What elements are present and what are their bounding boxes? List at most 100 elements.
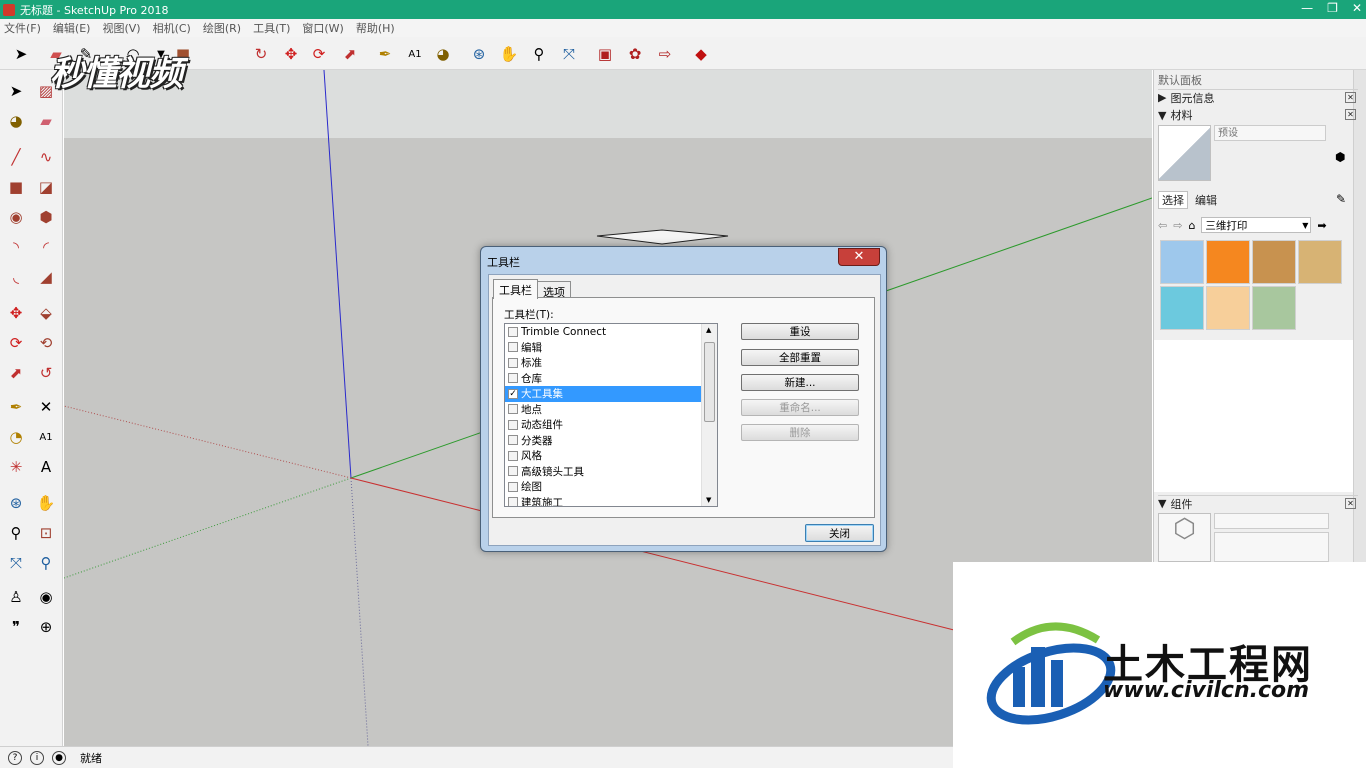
rotate-icon[interactable]: ⟳ bbox=[5, 332, 27, 354]
checkbox[interactable] bbox=[508, 373, 518, 384]
checkbox[interactable] bbox=[508, 326, 518, 337]
pan-icon[interactable]: ✋ bbox=[35, 492, 57, 514]
list-item[interactable]: 仓库 bbox=[505, 371, 702, 387]
menu-draw[interactable]: 绘图(R) bbox=[203, 20, 241, 36]
protractor-icon[interactable]: ◔ bbox=[5, 426, 27, 448]
toolbars-list[interactable]: Trimble Connect 编辑 标准 仓库 ✓ 大工具集 地点 动态组件 分… bbox=[504, 323, 718, 507]
checkbox[interactable] bbox=[508, 342, 518, 353]
pan-tool-icon[interactable]: ✋ bbox=[498, 43, 520, 65]
list-item[interactable]: 建筑施工 bbox=[505, 495, 702, 506]
scale-tool-icon[interactable]: ⬈ bbox=[339, 43, 361, 65]
polygon-icon[interactable]: ⬢ bbox=[35, 206, 57, 228]
axes-icon[interactable]: ✳ bbox=[5, 456, 27, 478]
new-button[interactable]: 新建... bbox=[741, 374, 859, 391]
menu-camera[interactable]: 相机(C) bbox=[153, 20, 191, 36]
rotate-tool-icon[interactable]: ⟳ bbox=[308, 43, 330, 65]
ruby-icon[interactable]: ◆ bbox=[690, 43, 712, 65]
material-swatch-5[interactable] bbox=[1206, 286, 1250, 330]
checkbox[interactable] bbox=[508, 404, 518, 415]
list-item[interactable]: 分类器 bbox=[505, 433, 702, 449]
material-swatch-2[interactable] bbox=[1252, 240, 1296, 284]
back-icon[interactable]: ⇦ bbox=[1158, 219, 1167, 232]
eraser-icon[interactable]: ▰ bbox=[35, 110, 57, 132]
library-select[interactable]: 三维打印 ▼ bbox=[1201, 217, 1312, 233]
two-point-arc-icon[interactable]: ◜ bbox=[35, 236, 57, 258]
walk-icon[interactable]: ❞ bbox=[5, 616, 27, 638]
geolocation-icon[interactable]: ? bbox=[8, 750, 22, 765]
maximize-icon[interactable]: ❐ bbox=[1327, 1, 1338, 15]
user-icon[interactable]: ● bbox=[52, 750, 66, 765]
components-header[interactable]: ▼ 组件 ✕ bbox=[1158, 495, 1358, 511]
minimize-icon[interactable]: — bbox=[1301, 1, 1313, 15]
text-tool-icon[interactable]: A1 bbox=[404, 43, 426, 65]
reset-all-button[interactable]: 全部重置 bbox=[741, 349, 859, 366]
material-swatch-0[interactable] bbox=[1160, 240, 1204, 284]
tab-select[interactable]: 选择 bbox=[1158, 191, 1188, 209]
list-item[interactable]: 高级镜头工具 bbox=[505, 464, 702, 480]
list-scrollbar[interactable]: ▲ ▼ bbox=[701, 324, 717, 506]
scroll-up-icon[interactable]: ▲ bbox=[706, 326, 711, 334]
section-plane-icon[interactable]: ⊕ bbox=[35, 616, 57, 638]
checkbox-checked[interactable]: ✓ bbox=[508, 388, 518, 399]
offset-icon[interactable]: ↺ bbox=[35, 362, 57, 384]
material-swatch-6[interactable] bbox=[1252, 286, 1296, 330]
list-item[interactable]: 绘图 bbox=[505, 479, 702, 495]
component-description-field[interactable] bbox=[1214, 532, 1329, 562]
menu-window[interactable]: 窗口(W) bbox=[302, 20, 343, 36]
eyedropper-icon[interactable]: ✎ bbox=[1336, 192, 1346, 206]
menu-tools[interactable]: 工具(T) bbox=[253, 20, 290, 36]
look-around-icon[interactable]: ◉ bbox=[35, 586, 57, 608]
material-swatch-1[interactable] bbox=[1206, 240, 1250, 284]
tab-edit[interactable]: 编辑 bbox=[1192, 192, 1220, 208]
forward-icon[interactable]: ⇨ bbox=[1173, 219, 1182, 232]
checkbox[interactable] bbox=[508, 435, 518, 446]
material-swatch-3[interactable] bbox=[1298, 240, 1342, 284]
move-icon[interactable]: ✥ bbox=[5, 302, 27, 324]
menu-file[interactable]: 文件(F) bbox=[4, 20, 41, 36]
zoom-window-icon[interactable]: ⊡ bbox=[35, 522, 57, 544]
menu-edit[interactable]: 编辑(E) bbox=[53, 20, 91, 36]
close-button[interactable]: 关闭 bbox=[805, 524, 874, 542]
rename-button[interactable]: 重命名... bbox=[741, 399, 859, 416]
checkbox[interactable] bbox=[508, 357, 518, 368]
circle-icon[interactable]: ◉ bbox=[5, 206, 27, 228]
dialog-close-icon[interactable]: ✕ bbox=[838, 248, 880, 266]
menu-view[interactable]: 视图(V) bbox=[102, 20, 140, 36]
3d-text-icon[interactable]: A bbox=[35, 456, 57, 478]
checkbox[interactable] bbox=[508, 419, 518, 430]
checkbox[interactable] bbox=[508, 481, 518, 492]
menu-help[interactable]: 帮助(H) bbox=[356, 20, 395, 36]
list-item-selected[interactable]: ✓ 大工具集 bbox=[505, 386, 702, 402]
scale-icon[interactable]: ⬈ bbox=[5, 362, 27, 384]
select-tool-icon[interactable]: ➤ bbox=[10, 43, 32, 65]
materials-header[interactable]: ▼ 材料 ✕ bbox=[1158, 107, 1358, 123]
text-icon[interactable]: A1 bbox=[35, 426, 57, 448]
scroll-thumb[interactable] bbox=[704, 342, 715, 422]
send-to-layout-icon[interactable]: ⇨ bbox=[654, 43, 676, 65]
orbit-tool-icon[interactable]: ⊛ bbox=[468, 43, 490, 65]
three-point-arc-icon[interactable]: ◟ bbox=[5, 266, 27, 288]
material-name-input[interactable] bbox=[1214, 125, 1326, 141]
tape-measure-tool-icon[interactable]: ✒ bbox=[5, 396, 27, 418]
freehand-icon[interactable]: ∿ bbox=[35, 146, 57, 168]
home-icon[interactable]: ⌂ bbox=[1188, 219, 1195, 232]
arc-icon[interactable]: ◝ bbox=[5, 236, 27, 258]
list-item[interactable]: 标准 bbox=[505, 355, 702, 371]
zoom-extents-icon[interactable]: ⤧ bbox=[558, 43, 580, 65]
previous-view-icon[interactable]: ⚲ bbox=[35, 552, 57, 574]
pie-icon[interactable]: ◢ bbox=[35, 266, 57, 288]
info-icon[interactable]: i bbox=[30, 750, 44, 765]
component-name-field[interactable] bbox=[1214, 513, 1329, 529]
rotated-rectangle-icon[interactable]: ◪ bbox=[35, 176, 57, 198]
list-item[interactable]: Trimble Connect bbox=[505, 324, 702, 340]
panel-close-icon[interactable]: ✕ bbox=[1345, 498, 1356, 509]
warehouse-icon[interactable]: ▣ bbox=[594, 43, 616, 65]
reset-button[interactable]: 重设 bbox=[741, 323, 859, 340]
entity-info-header[interactable]: ▶ 图元信息 ✕ bbox=[1158, 89, 1358, 105]
delete-button[interactable]: 删除 bbox=[741, 424, 859, 441]
zoom-extents-tool-icon[interactable]: ⤧ bbox=[5, 552, 27, 574]
paint-icon[interactable]: ◕ bbox=[5, 110, 27, 132]
position-camera-icon[interactable]: ♙ bbox=[5, 586, 27, 608]
panel-close-icon[interactable]: ✕ bbox=[1345, 92, 1356, 103]
list-item[interactable]: 编辑 bbox=[505, 340, 702, 356]
